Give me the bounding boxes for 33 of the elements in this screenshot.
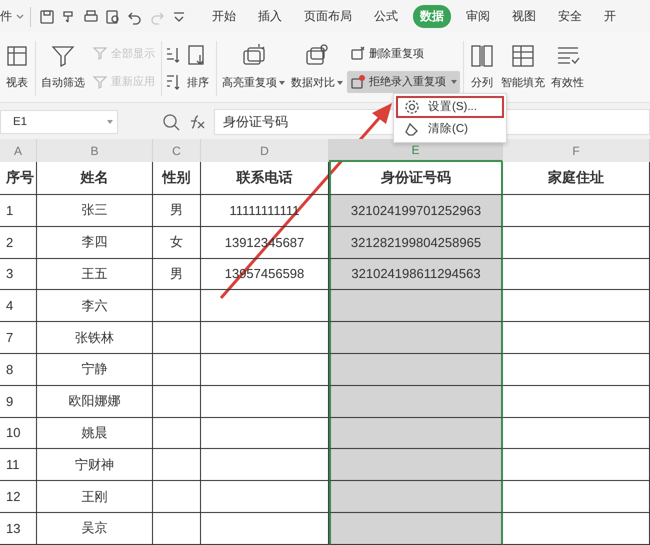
table-cell: 12 xyxy=(0,481,37,513)
header-cell: 姓名 xyxy=(37,162,153,195)
header-cell: 性别 xyxy=(153,162,201,195)
table-cell: 321282199804258965 xyxy=(329,226,503,259)
table-cell: 男 xyxy=(153,258,201,290)
table-cell: 宁财神 xyxy=(37,449,153,482)
table-cell: 张铁林 xyxy=(37,322,153,354)
table-cell: 13 xyxy=(0,512,37,545)
table-cell: 王五 xyxy=(37,258,153,290)
table-cell: 男 xyxy=(153,195,201,227)
table-cell: 女 xyxy=(153,226,201,259)
table-cell: 宁静 xyxy=(37,354,153,386)
table-cell: 李六 xyxy=(37,290,153,322)
header-cell: 联系电话 xyxy=(201,162,329,195)
table-cell: 李四 xyxy=(37,226,153,259)
table-cell: 8 xyxy=(0,354,37,386)
table-cell: 4 xyxy=(0,290,37,322)
table-cell: 吴京 xyxy=(37,512,153,545)
table-cell: 3 xyxy=(0,258,37,290)
table-cell: 321024198611294563 xyxy=(329,258,503,290)
table-cell: 1 xyxy=(0,195,37,227)
table-cell: 欧阳娜娜 xyxy=(37,386,153,418)
header-cell: 家庭住址 xyxy=(503,162,650,195)
table-cell: 2 xyxy=(0,226,37,259)
table-cell: 11 xyxy=(0,449,37,482)
table-cell: 321024199701252963 xyxy=(329,195,503,227)
table-cell: 9 xyxy=(0,386,37,418)
table-cell: 姚晨 xyxy=(37,418,153,450)
table-cell: 王刚 xyxy=(37,481,153,513)
table-cell: 10 xyxy=(0,418,37,450)
table-cell: 7 xyxy=(0,322,37,354)
header-cell: 序号 xyxy=(0,162,37,195)
table-cell: 张三 xyxy=(37,195,153,227)
